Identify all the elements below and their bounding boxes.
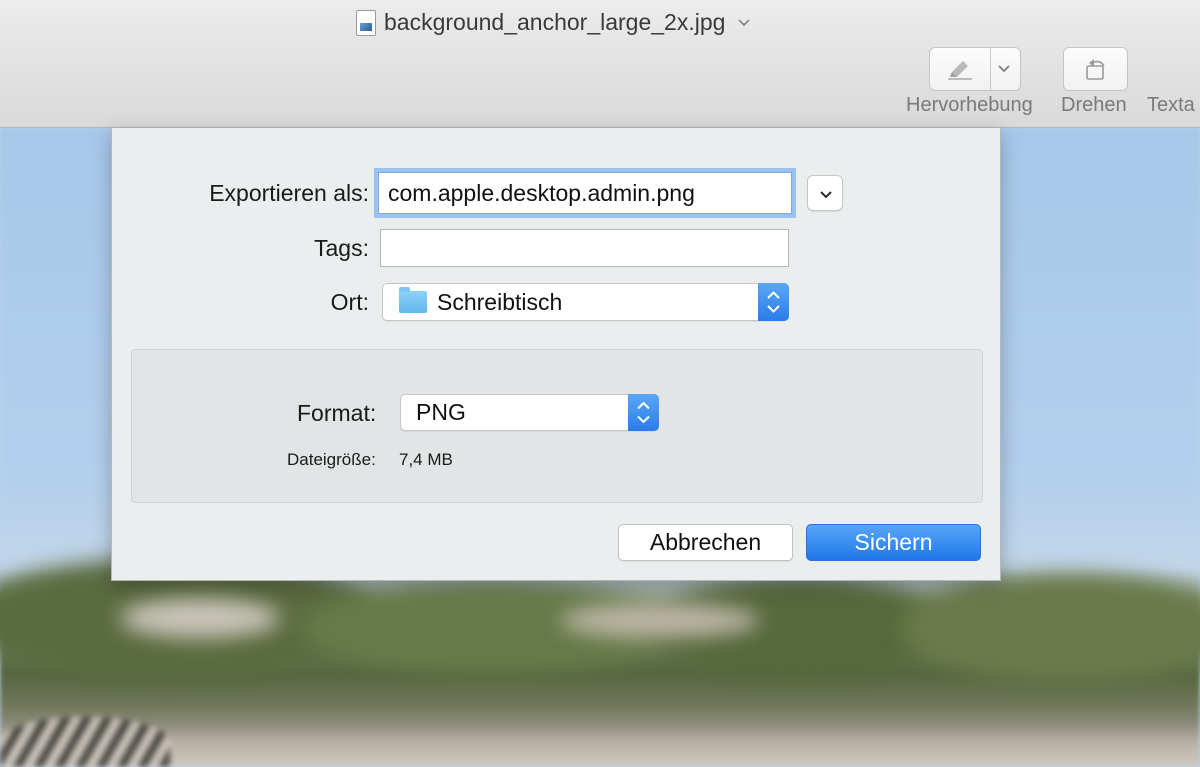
cancel-button[interactable]: Abbrechen	[618, 524, 793, 561]
export-filename-value: com.apple.desktop.admin.png	[388, 179, 695, 206]
export-as-label: Exportieren als:	[209, 180, 369, 206]
chevron-down-icon[interactable]	[996, 60, 1012, 76]
text-tool-label: Texta	[1147, 94, 1195, 116]
highlighter-pen-icon	[945, 57, 975, 81]
location-popup[interactable]: Schreibtisch	[382, 283, 789, 321]
document-title[interactable]: background_anchor_large_2x.jpg	[356, 9, 751, 36]
tags-field[interactable]	[380, 229, 789, 267]
export-dialog: Exportieren als: com.apple.desktop.admin…	[111, 128, 1001, 581]
location-value: Schreibtisch	[437, 288, 563, 315]
location-label: Ort:	[330, 289, 369, 315]
rotate-button[interactable]	[1063, 47, 1128, 91]
format-options-panel: Format: PNG Dateigröße: 7,4 MB	[131, 349, 983, 503]
highlight-label: Hervorhebung	[906, 94, 1033, 116]
popup-arrows-icon	[628, 394, 659, 431]
chevron-down-icon	[817, 185, 835, 208]
rotate-left-icon	[1082, 54, 1112, 84]
filesize-label: Dateigröße:	[287, 450, 376, 469]
format-value: PNG	[416, 399, 466, 425]
highlight-button[interactable]	[929, 47, 1021, 91]
format-popup[interactable]: PNG	[400, 394, 659, 431]
save-button[interactable]: Sichern	[806, 524, 981, 561]
rotate-label: Drehen	[1061, 94, 1127, 116]
window-toolbar: background_anchor_large_2x.jpg Hervorheb…	[0, 0, 1200, 128]
jpeg-file-icon	[356, 9, 376, 36]
expand-dialog-button[interactable]	[807, 175, 843, 211]
format-label: Format:	[297, 400, 377, 426]
folder-icon	[399, 287, 427, 313]
document-title-text: background_anchor_large_2x.jpg	[384, 9, 726, 35]
export-filename-field[interactable]: com.apple.desktop.admin.png	[378, 172, 792, 214]
chevron-down-icon[interactable]	[737, 15, 751, 31]
tags-label: Tags:	[314, 235, 369, 261]
popup-arrows-icon	[758, 283, 789, 321]
filesize-value: 7,4 MB	[399, 450, 453, 469]
